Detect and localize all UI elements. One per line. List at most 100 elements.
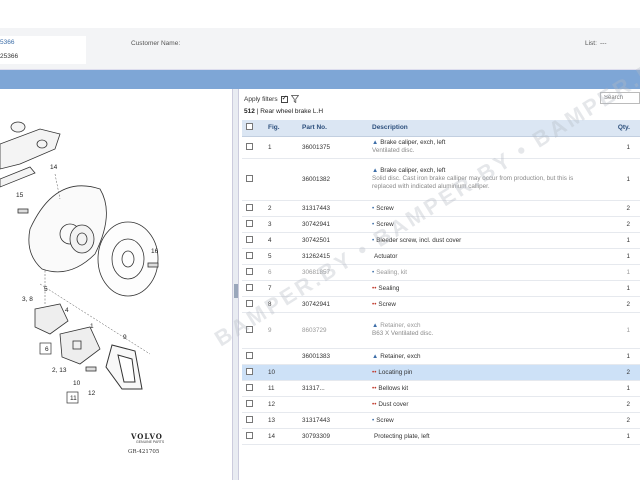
row-part-no[interactable]: 30742941 [298, 296, 368, 313]
row-part-no[interactable] [298, 280, 368, 297]
table-row[interactable]: 9 8603729 ▲ Retainer, exch B63 X Ventilated … [242, 312, 640, 349]
row-checkbox[interactable] [246, 383, 253, 391]
row-part-no[interactable]: 8603729 [298, 312, 368, 349]
header-description[interactable]: Description [368, 120, 598, 137]
row-checkbox[interactable] [246, 325, 253, 333]
table-row[interactable]: 3 30742941 • Screw 2 [242, 216, 640, 233]
row-checkbox[interactable] [246, 235, 253, 243]
table-row[interactable]: 7 •• Sealing 1 [242, 280, 640, 297]
row-checkbox[interactable] [246, 351, 253, 359]
row-qty: 2 [598, 396, 640, 413]
row-part-no[interactable]: 30793309 [298, 428, 368, 445]
header-fig[interactable]: Fig. [264, 120, 298, 137]
row-checkbox[interactable] [246, 203, 253, 211]
table-row[interactable]: 13 31317443 • Screw 2 [242, 412, 640, 429]
list-value[interactable]: --- [600, 40, 607, 47]
table-row[interactable]: 2 31317443 • Screw 2 [242, 200, 640, 217]
row-checkbox[interactable] [246, 431, 253, 439]
row-description-cell: Protecting plate, left [368, 428, 598, 445]
row-part-no[interactable]: 31317... [298, 380, 368, 397]
row-fig: 11 [264, 380, 298, 397]
row-fig: 14 [264, 428, 298, 445]
vehicle-info-panel: 5366 25366 Customer Name: List: --- [0, 28, 640, 70]
brake-disc-shape [97, 221, 159, 297]
row-checkbox[interactable] [246, 399, 253, 407]
row-description-cell: ▲ Brake caliper, exch, left Ventilated dis… [368, 136, 598, 159]
row-checkbox[interactable] [246, 367, 253, 375]
row-fig: 9 [264, 312, 298, 349]
row-part-no[interactable]: 31262415 [298, 248, 368, 265]
row-bullet-icon: •• [372, 284, 377, 292]
splitter-grip-icon[interactable] [234, 284, 238, 298]
row-checkbox-cell [242, 428, 264, 445]
select-all-checkbox[interactable] [246, 123, 253, 131]
table-row[interactable]: 10 •• Locating pin 2 [242, 364, 640, 381]
row-part-no[interactable]: 31317443 [298, 200, 368, 217]
row-qty: 1 [598, 232, 640, 249]
row-fig [264, 348, 298, 365]
row-checkbox[interactable] [246, 267, 253, 275]
row-checkbox[interactable] [246, 219, 253, 227]
row-bullet-icon: • [372, 268, 375, 276]
row-part-no[interactable]: 36001383 [298, 348, 368, 365]
row-fig: 13 [264, 412, 298, 429]
row-bullet-icon: • [372, 236, 375, 244]
group-separator: | [256, 108, 259, 115]
row-checkbox[interactable] [246, 251, 253, 259]
row-checkbox-cell [242, 216, 264, 233]
table-row[interactable]: 36001382 ▲ Brake caliper, exch, left Solid … [242, 158, 640, 201]
retainer-shape [105, 344, 143, 390]
row-checkbox[interactable] [246, 283, 253, 291]
customer-name-label: Customer Name: [131, 40, 181, 47]
row-checkbox[interactable] [246, 299, 253, 307]
table-row[interactable]: 1 36001375 ▲ Brake caliper, exch, left Venti… [242, 136, 640, 159]
header-part-no[interactable]: Part No. [298, 120, 368, 137]
row-part-no[interactable]: 30742501 [298, 232, 368, 249]
row-description: Brake caliper, exch, left [380, 167, 446, 174]
table-row[interactable]: 12 •• Dust cover 2 [242, 396, 640, 413]
header-qty[interactable]: Qty. [598, 120, 640, 137]
table-row[interactable]: 36001383 ▲ Retainer, exch 1 [242, 348, 640, 365]
row-part-no[interactable]: 36001375 [298, 136, 368, 159]
row-part-no[interactable] [298, 364, 368, 381]
table-row[interactable]: 5 31262415 Actuator 1 [242, 248, 640, 265]
row-description: Screw [376, 204, 394, 212]
header-checkbox-col [242, 120, 264, 137]
row-fig: 4 [264, 232, 298, 249]
table-row[interactable]: 4 30742501 • Bleeder screw, incl. dust cove… [242, 232, 640, 249]
parts-table: Fig. Part No. Description Qty. 1 36001375… [242, 120, 640, 445]
table-row[interactable]: 8 30742941 •• Screw 2 [242, 296, 640, 313]
search-input[interactable] [600, 92, 640, 104]
row-bullet-icon: • [372, 220, 375, 228]
row-description: Retainer, exch [380, 352, 421, 360]
brake-exploded-diagram[interactable]: 14 15 16 5 3, 8 4 1 9 6 2, 13 10 12 11 [0, 89, 233, 480]
row-checkbox[interactable] [246, 142, 253, 150]
section-header-bar [0, 70, 640, 89]
apply-filters-checkbox[interactable] [280, 94, 288, 103]
row-checkbox[interactable] [246, 415, 253, 423]
table-row[interactable]: 6 30681857 • Sealing, kit 1 [242, 264, 640, 281]
row-part-no[interactable]: 36001382 [298, 158, 368, 201]
group-name: Rear wheel brake L.H [260, 108, 324, 115]
row-checkbox[interactable] [246, 174, 253, 182]
row-qty: 1 [598, 248, 640, 265]
exploded-diagram-pane[interactable]: 14 15 16 5 3, 8 4 1 9 6 2, 13 10 12 11 [0, 89, 233, 480]
row-checkbox-cell [242, 380, 264, 397]
row-part-no[interactable]: 31317443 [298, 412, 368, 429]
row-part-no[interactable] [298, 396, 368, 413]
row-part-no[interactable]: 30742941 [298, 216, 368, 233]
table-row[interactable]: 11 31317... •• Bellows kit 1 [242, 380, 640, 397]
row-description-cell: ▲ Retainer, exch [368, 348, 598, 365]
row-qty: 2 [598, 412, 640, 429]
row-fig [264, 158, 298, 201]
filter-funnel-icon[interactable] [290, 95, 299, 103]
row-checkbox-cell [242, 364, 264, 381]
row-description: Screw [376, 220, 394, 228]
parts-table-header: Fig. Part No. Description Qty. [242, 120, 640, 137]
callout-14: 14 [50, 164, 58, 171]
table-row[interactable]: 14 30793309 Protecting plate, left 1 [242, 428, 640, 445]
row-fig: 1 [264, 136, 298, 159]
row-bullet-icon: ▲ [372, 139, 379, 146]
row-part-no[interactable]: 30681857 [298, 264, 368, 281]
row-bullet-icon: • [372, 416, 375, 424]
